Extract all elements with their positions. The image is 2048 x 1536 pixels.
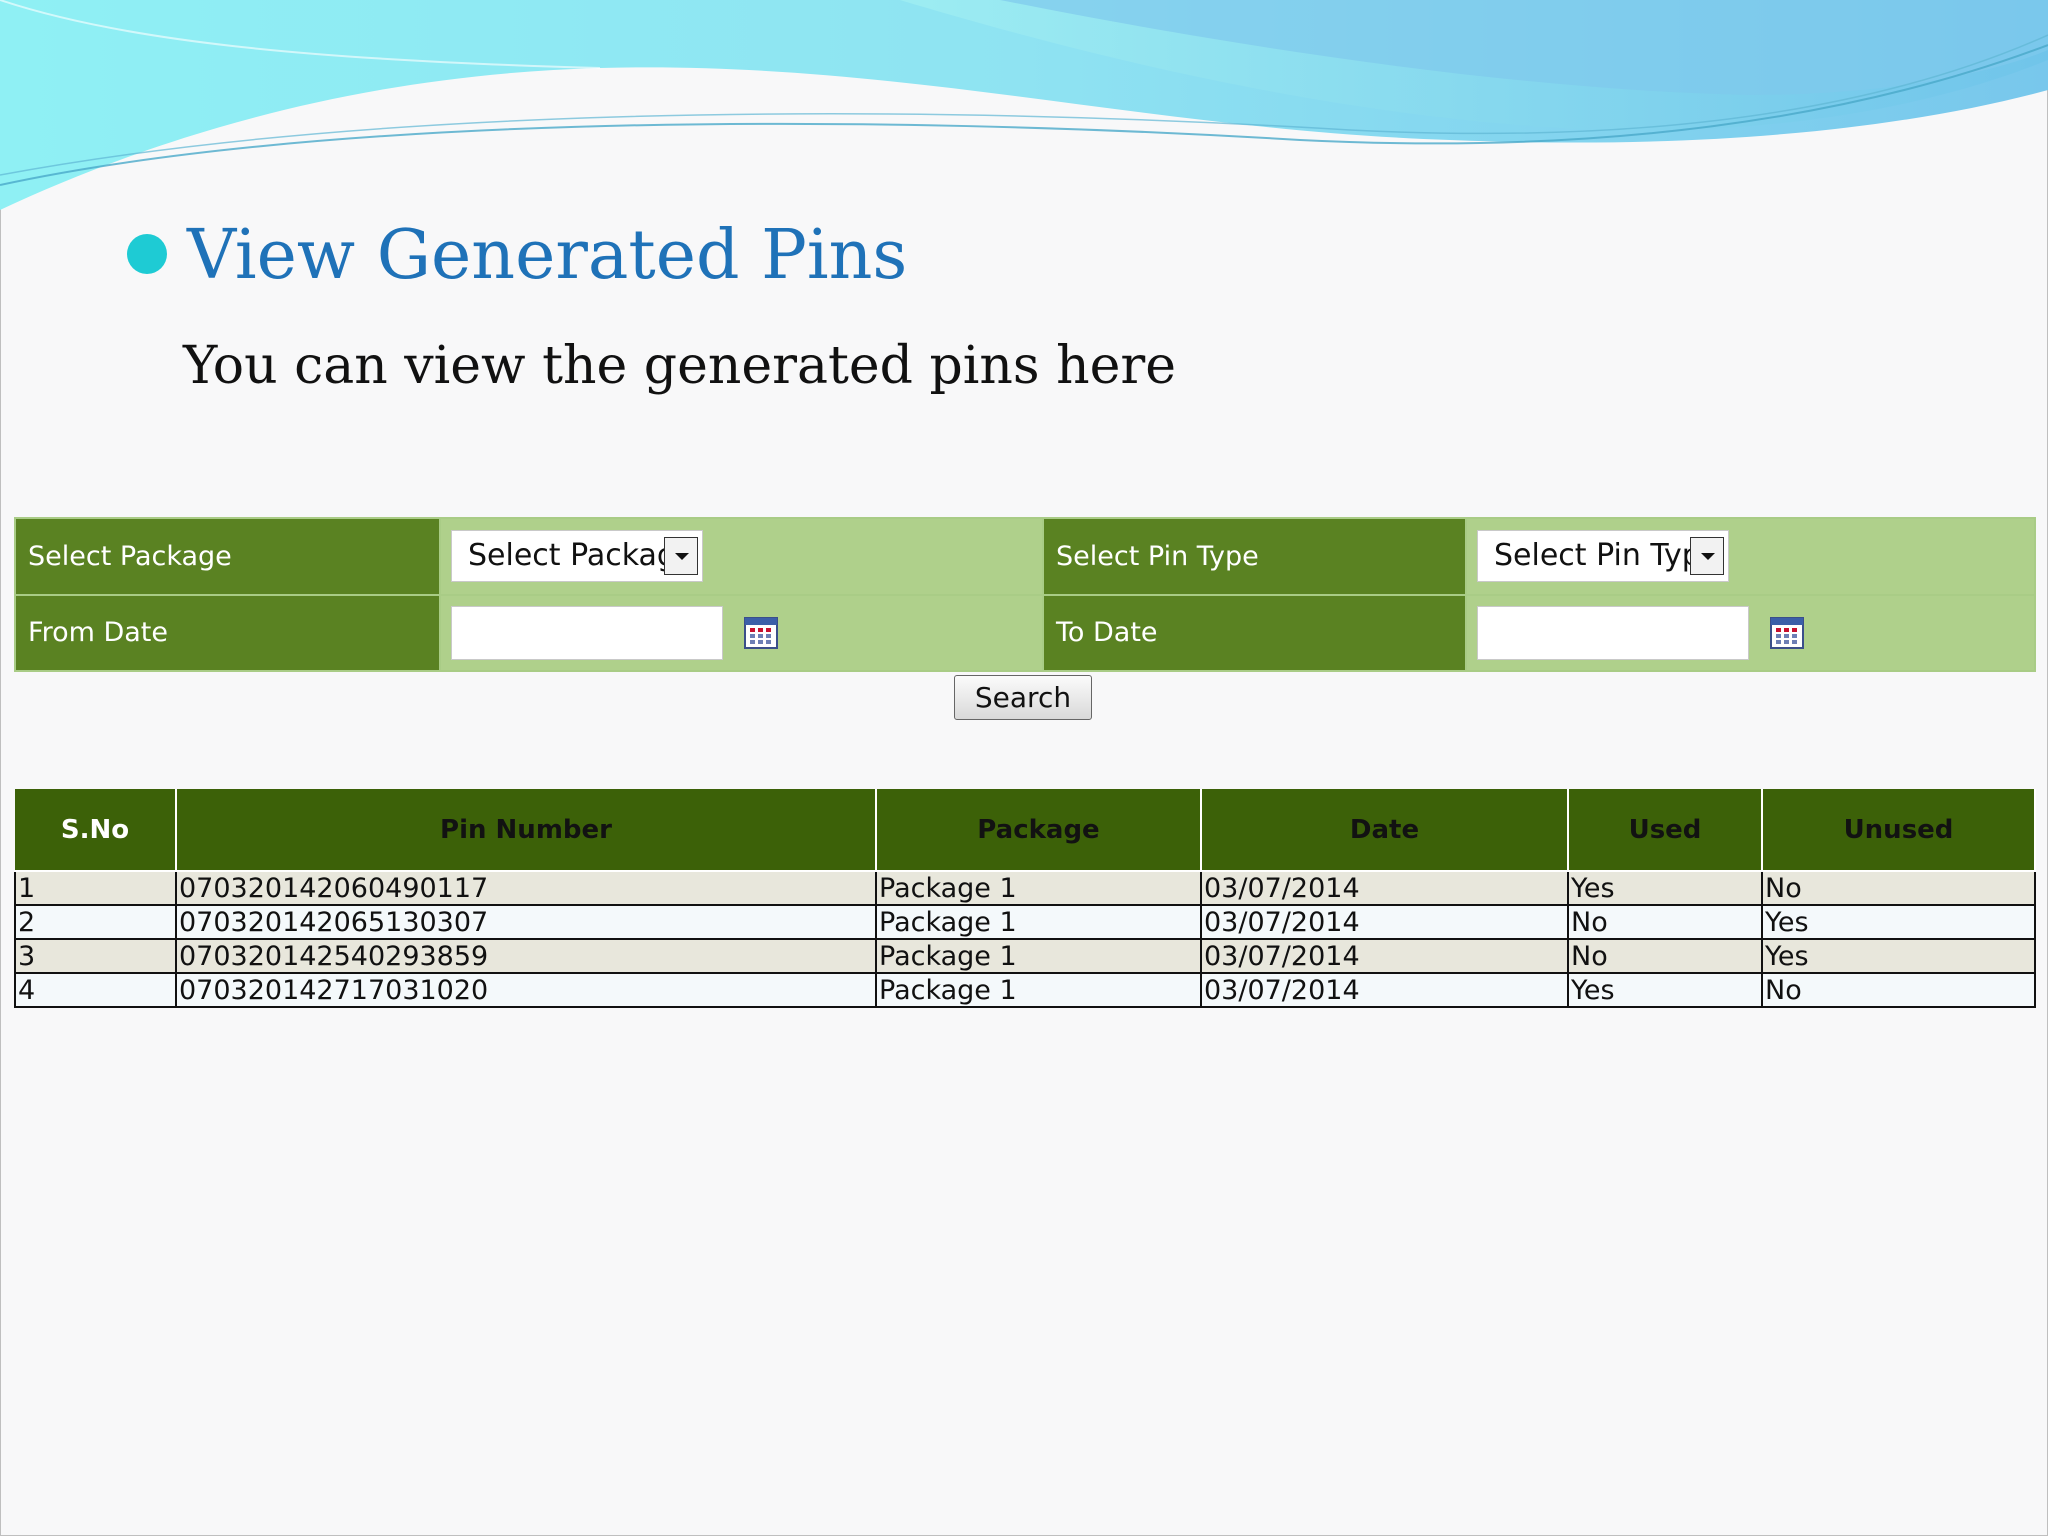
calendar-icon[interactable]: [744, 616, 779, 649]
search-button[interactable]: Search: [954, 675, 1092, 720]
cell-pin-number: 070320142060490117: [175, 870, 877, 906]
cell-unused: No: [1761, 972, 2036, 1008]
pin-type-select-value: Select Pin Type: [1494, 538, 1720, 574]
cell-package: Package 1: [875, 972, 1202, 1008]
column-header-used[interactable]: Used: [1567, 789, 1763, 872]
column-header-package[interactable]: Package: [875, 789, 1202, 872]
column-header-pin-number[interactable]: Pin Number: [175, 789, 877, 872]
cell-date: 03/07/2014: [1200, 938, 1569, 974]
cell-pin-number: 070320142717031020: [175, 972, 877, 1008]
column-header-unused[interactable]: Unused: [1761, 789, 2036, 872]
table-row: 2 070320142065130307 Package 1 03/07/201…: [14, 904, 2036, 940]
cell-used: No: [1567, 938, 1763, 974]
cell-sno: 4: [14, 972, 177, 1008]
results-table: S.No Pin Number Package Date Used Unused…: [14, 789, 2036, 1008]
to-date-cell: [1465, 593, 2036, 672]
from-date-label: From Date: [14, 593, 441, 672]
results-header-row: S.No Pin Number Package Date Used Unused: [15, 789, 2036, 872]
cell-package: Package 1: [875, 938, 1202, 974]
cell-sno: 1: [14, 870, 177, 906]
cell-unused: Yes: [1761, 904, 2036, 940]
cell-date: 03/07/2014: [1200, 870, 1569, 906]
chevron-down-icon[interactable]: [664, 537, 698, 576]
package-select-value: Select Package: [468, 538, 695, 574]
cell-sno: 3: [14, 938, 177, 974]
package-select[interactable]: Select Package: [451, 530, 703, 583]
from-date-input[interactable]: [451, 605, 723, 660]
cell-unused: No: [1761, 870, 2036, 906]
to-date-input[interactable]: [1477, 605, 1749, 660]
table-row: 1 070320142060490117 Package 1 03/07/201…: [14, 870, 2036, 906]
cell-pin-number: 070320142540293859: [175, 938, 877, 974]
from-date-cell: [439, 593, 1044, 672]
cell-used: Yes: [1567, 972, 1763, 1008]
column-header-sno[interactable]: S.No: [15, 789, 177, 872]
chevron-down-icon[interactable]: [1690, 537, 1724, 576]
cell-date: 03/07/2014: [1200, 904, 1569, 940]
cell-pin-number: 070320142065130307: [175, 904, 877, 940]
header-wave-decoration: [0, 0, 2048, 210]
column-header-date[interactable]: Date: [1200, 789, 1569, 872]
package-label: Select Package: [14, 517, 441, 596]
table-row: 4 070320142717031020 Package 1 03/07/201…: [14, 972, 2036, 1008]
pin-type-select[interactable]: Select Pin Type: [1477, 530, 1729, 583]
cell-sno: 2: [14, 904, 177, 940]
pin-type-cell: Select Pin Type: [1465, 517, 2036, 596]
bullet-icon: [127, 234, 167, 274]
slide-subtitle: You can view the generated pins here: [183, 336, 1176, 396]
cell-package: Package 1: [875, 870, 1202, 906]
calendar-icon[interactable]: [1770, 616, 1805, 649]
search-form: Select Package Select Package Select Pin…: [14, 517, 2036, 672]
cell-package: Package 1: [875, 904, 1202, 940]
package-cell: Select Package: [439, 517, 1044, 596]
pin-type-label: Select Pin Type: [1042, 517, 1467, 596]
cell-used: Yes: [1567, 870, 1763, 906]
cell-date: 03/07/2014: [1200, 972, 1569, 1008]
to-date-label: To Date: [1042, 593, 1467, 672]
cell-unused: Yes: [1761, 938, 2036, 974]
table-row: 3 070320142540293859 Package 1 03/07/201…: [14, 938, 2036, 974]
slide-title: View Generated Pins: [187, 216, 908, 295]
cell-used: No: [1567, 904, 1763, 940]
